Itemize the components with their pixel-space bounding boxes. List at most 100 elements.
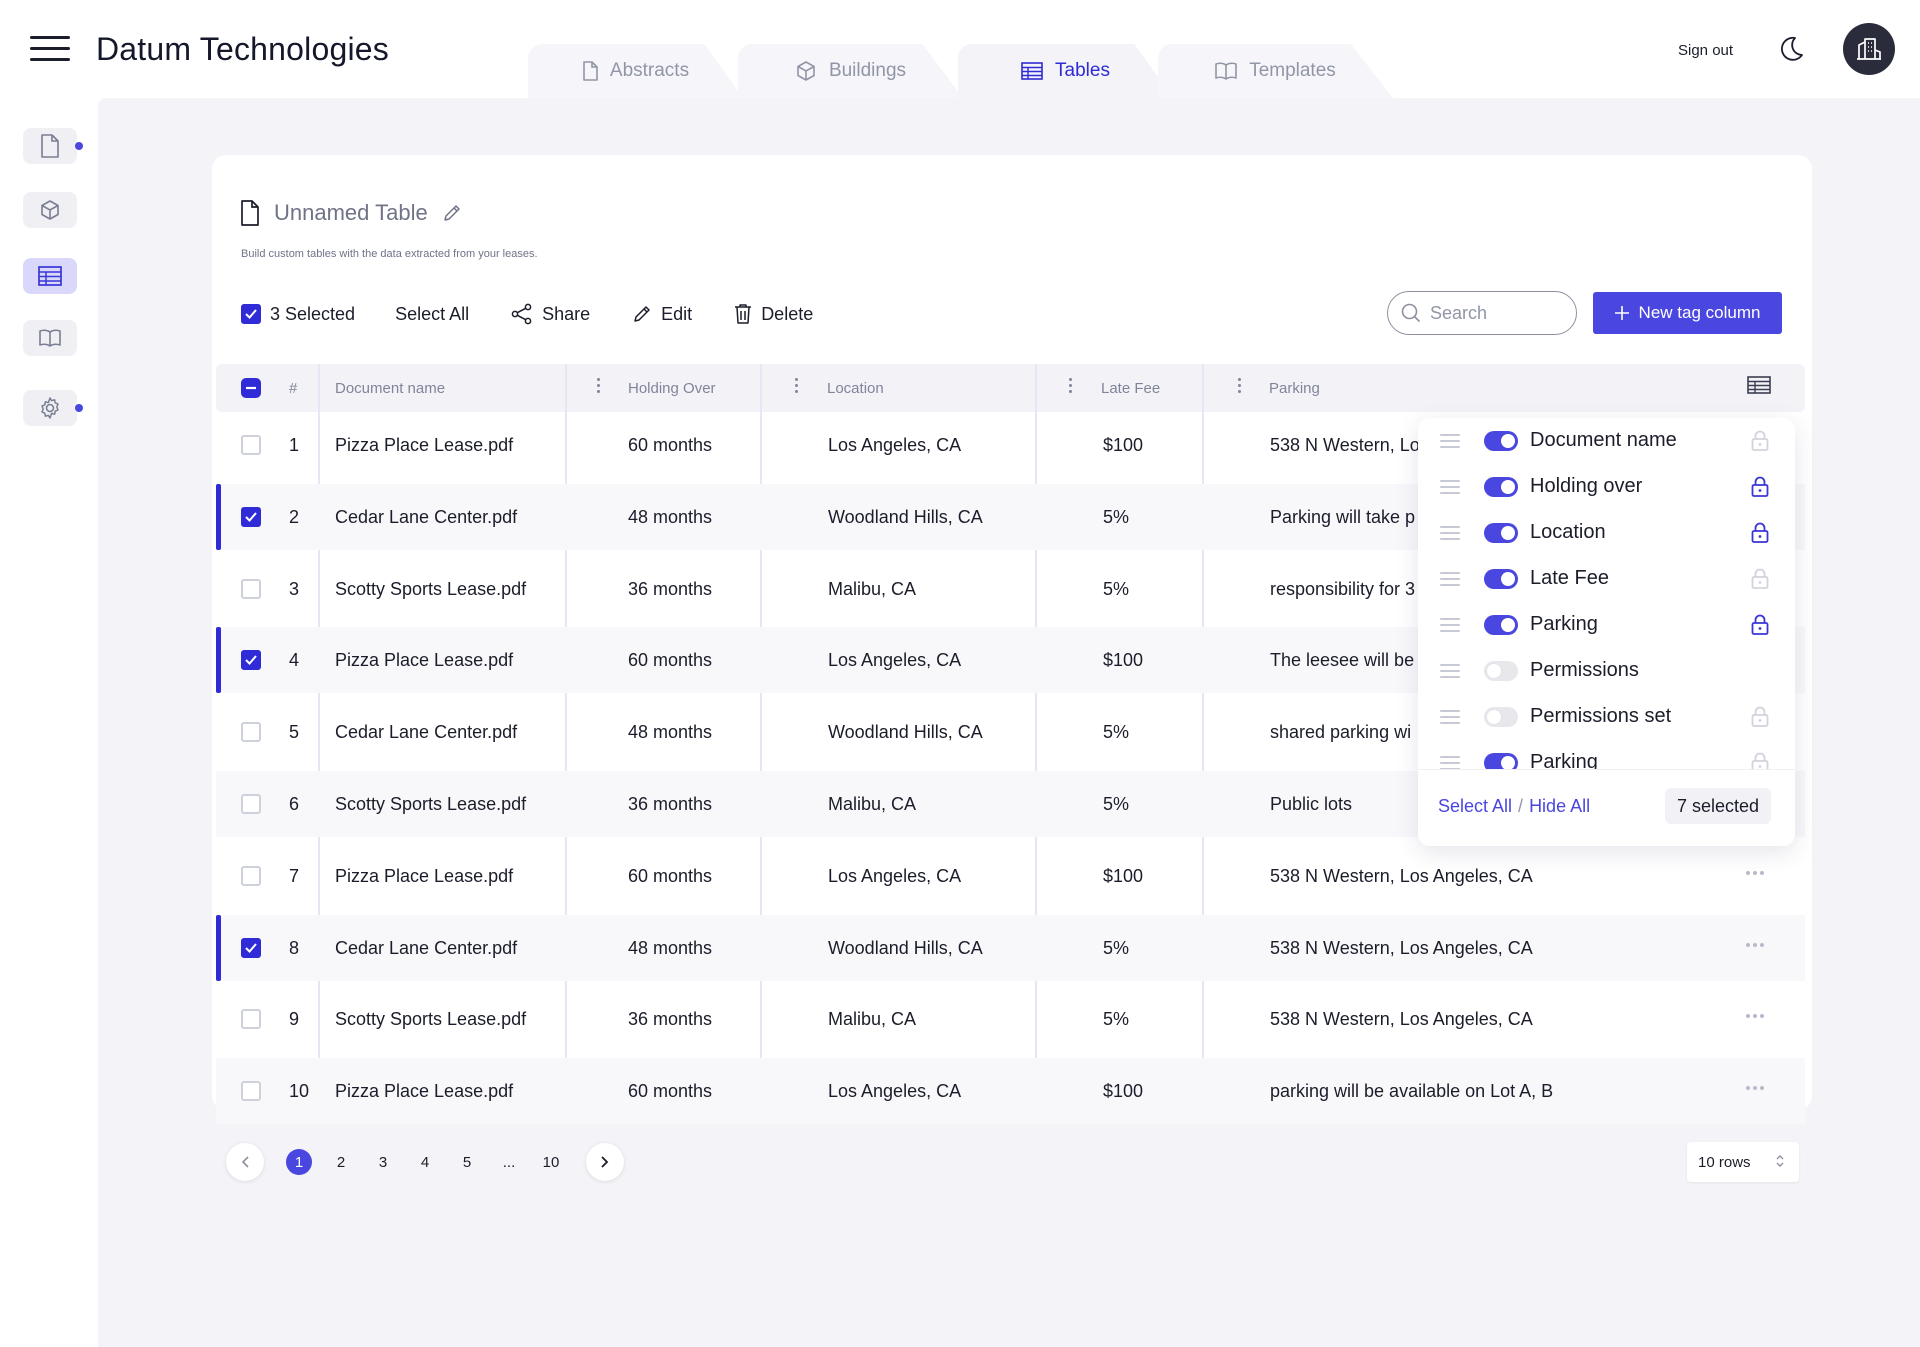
column-picker-item[interactable]: Document name <box>1418 418 1795 464</box>
cell-document-name[interactable]: Pizza Place Lease.pdf <box>335 627 513 693</box>
column-lock-button[interactable] <box>1751 522 1769 544</box>
column-header-location[interactable]: Location <box>827 364 884 412</box>
page-10[interactable]: 10 <box>538 1149 564 1175</box>
drag-handle-icon[interactable] <box>1440 710 1460 728</box>
cell-document-name[interactable]: Pizza Place Lease.pdf <box>335 843 513 909</box>
column-settings-table-icon[interactable] <box>1747 376 1771 394</box>
column-menu-icon[interactable] <box>1236 378 1242 398</box>
delete-button[interactable]: Delete <box>734 303 813 325</box>
cell-document-name[interactable]: Scotty Sports Lease.pdf <box>335 771 526 837</box>
tab-buildings[interactable]: Buildings <box>738 44 963 98</box>
prev-page-button[interactable] <box>226 1143 264 1181</box>
column-lock-button[interactable] <box>1751 568 1769 590</box>
new-tag-column-button[interactable]: New tag column <box>1593 292 1782 334</box>
picker-hide-all-link[interactable]: Hide All <box>1529 796 1590 817</box>
table-row[interactable]: 10 Pizza Place Lease.pdf 60 months Los Ange… <box>216 1058 1805 1124</box>
column-header-holding-over[interactable]: Holding Over <box>628 364 716 412</box>
column-visibility-toggle[interactable] <box>1484 569 1518 589</box>
tab-abstracts[interactable]: Abstracts <box>528 44 743 98</box>
row-checkbox[interactable] <box>241 1081 261 1101</box>
cell-document-name[interactable]: Scotty Sports Lease.pdf <box>335 986 526 1052</box>
drag-handle-icon[interactable] <box>1440 526 1460 544</box>
column-picker-item[interactable]: Parking <box>1418 602 1795 648</box>
column-visibility-toggle[interactable] <box>1484 615 1518 635</box>
table-row[interactable]: 7 Pizza Place Lease.pdf 60 months Los Angel… <box>216 843 1805 909</box>
next-page-button[interactable] <box>586 1143 624 1181</box>
row-checkbox[interactable] <box>241 722 261 742</box>
avatar[interactable] <box>1843 23 1895 75</box>
page-4[interactable]: 4 <box>412 1149 438 1175</box>
drag-handle-icon[interactable] <box>1440 434 1460 452</box>
column-header-parking[interactable]: Parking <box>1269 364 1320 412</box>
page-5[interactable]: 5 <box>454 1149 480 1175</box>
column-lock-button[interactable] <box>1751 430 1769 452</box>
cell-document-name[interactable]: Cedar Lane Center.pdf <box>335 699 517 765</box>
drag-handle-icon[interactable] <box>1440 756 1460 769</box>
column-visibility-toggle[interactable] <box>1484 477 1518 497</box>
column-lock-button[interactable] <box>1751 614 1769 636</box>
page-2[interactable]: 2 <box>328 1149 354 1175</box>
column-visibility-toggle[interactable] <box>1484 753 1518 769</box>
column-picker-item[interactable]: Location <box>1418 510 1795 556</box>
row-more-icon[interactable] <box>1746 935 1770 955</box>
drag-handle-icon[interactable] <box>1440 572 1460 590</box>
row-checkbox[interactable] <box>241 435 261 455</box>
column-header-document-name[interactable]: Document name <box>335 364 445 412</box>
column-visibility-toggle[interactable] <box>1484 707 1518 727</box>
row-more-icon[interactable] <box>1746 1078 1770 1098</box>
column-picker-item[interactable]: Permissions set <box>1418 694 1795 740</box>
row-checkbox[interactable] <box>241 794 261 814</box>
row-checkbox[interactable] <box>241 938 261 958</box>
cell-document-name[interactable]: Cedar Lane Center.pdf <box>335 484 517 550</box>
search-input[interactable] <box>1430 302 1560 324</box>
sidebar-item-templates[interactable] <box>23 320 77 356</box>
column-lock-button[interactable] <box>1751 706 1769 728</box>
row-more-icon[interactable] <box>1746 1006 1770 1026</box>
column-visibility-toggle[interactable] <box>1484 523 1518 543</box>
sidebar-item-tables[interactable] <box>23 258 77 294</box>
rows-per-page-select[interactable]: 10 rows <box>1687 1142 1799 1182</box>
cell-document-name[interactable]: Cedar Lane Center.pdf <box>335 915 517 981</box>
drag-handle-icon[interactable] <box>1440 664 1460 682</box>
column-picker-item[interactable]: Holding over <box>1418 464 1795 510</box>
column-visibility-toggle[interactable] <box>1484 661 1518 681</box>
row-checkbox[interactable] <box>241 579 261 599</box>
column-header-late-fee[interactable]: Late Fee <box>1101 364 1160 412</box>
row-more-icon[interactable] <box>1746 863 1770 883</box>
column-lock-button[interactable] <box>1751 476 1769 498</box>
pencil-icon[interactable] <box>442 203 462 223</box>
tab-templates[interactable]: Templates <box>1158 44 1393 98</box>
drag-handle-icon[interactable] <box>1440 618 1460 636</box>
edit-button[interactable]: Edit <box>632 304 692 325</box>
checkbox[interactable] <box>241 304 261 324</box>
row-checkbox[interactable] <box>241 1009 261 1029</box>
sign-out-link[interactable]: Sign out <box>1678 42 1733 59</box>
table-row[interactable]: 8 Cedar Lane Center.pdf 48 months Woodland … <box>216 915 1805 981</box>
column-picker-item[interactable]: Permissions <box>1418 648 1795 694</box>
cell-document-name[interactable]: Pizza Place Lease.pdf <box>335 1058 513 1124</box>
row-checkbox[interactable] <box>241 866 261 886</box>
column-lock-button[interactable] <box>1751 752 1769 769</box>
row-checkbox[interactable] <box>241 507 261 527</box>
column-menu-icon[interactable] <box>595 378 601 398</box>
tab-tables[interactable]: Tables <box>958 44 1173 98</box>
select-all-button[interactable]: Select All <box>395 304 469 325</box>
table-row[interactable]: 9 Scotty Sports Lease.pdf 36 months Malibu,… <box>216 986 1805 1052</box>
cell-document-name[interactable]: Pizza Place Lease.pdf <box>335 412 513 478</box>
column-menu-icon[interactable] <box>1067 378 1073 398</box>
page-1[interactable]: 1 <box>286 1149 312 1175</box>
search-field[interactable] <box>1387 291 1577 335</box>
drag-handle-icon[interactable] <box>1440 480 1460 498</box>
sidebar-item-settings[interactable] <box>23 390 83 426</box>
sidebar-item-documents[interactable] <box>23 128 83 164</box>
column-picker-item[interactable]: Late Fee <box>1418 556 1795 602</box>
row-checkbox[interactable] <box>241 650 261 670</box>
selected-count-toggle[interactable]: 3 Selected <box>241 304 355 325</box>
dark-mode-moon-icon[interactable] <box>1776 34 1806 64</box>
header-select-all-checkbox[interactable] <box>241 364 261 412</box>
page-3[interactable]: 3 <box>370 1149 396 1175</box>
menu-icon[interactable] <box>30 36 70 68</box>
column-picker-item[interactable]: Parking <box>1418 740 1795 769</box>
cell-document-name[interactable]: Scotty Sports Lease.pdf <box>335 556 526 622</box>
share-button[interactable]: Share <box>511 303 590 325</box>
